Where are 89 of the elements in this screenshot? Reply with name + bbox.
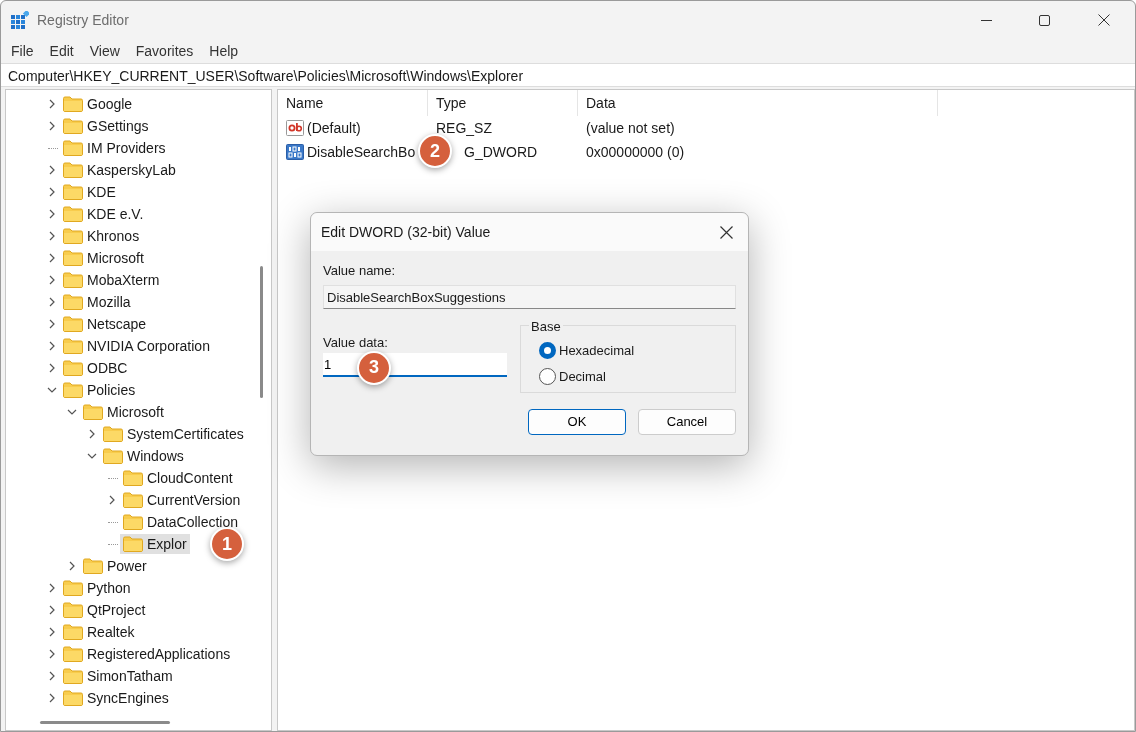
dialog-title: Edit DWORD (32-bit) Value — [321, 222, 491, 242]
menu-item[interactable]: File — [3, 40, 42, 62]
tree-item[interactable]: MobaXterm — [60, 270, 163, 290]
field-label: Value name: — [323, 262, 397, 280]
tree-item[interactable]: ODBC — [60, 358, 131, 378]
cancel-button[interactable]: Cancel — [638, 408, 736, 435]
close-icon — [1098, 14, 1110, 26]
folder-icon — [63, 338, 83, 354]
window-title: Registry Editor — [37, 10, 129, 30]
tree-item[interactable]: QtProject — [60, 600, 149, 620]
folder-icon — [63, 294, 83, 310]
tree-item[interactable]: Power — [80, 556, 150, 576]
tree-item[interactable]: GSettings — [60, 116, 152, 136]
binary-value-icon — [286, 143, 304, 161]
tree-item[interactable]: RegisteredApplications — [60, 644, 234, 664]
folder-icon — [63, 96, 83, 112]
folder-icon — [123, 492, 143, 508]
tree-item[interactable]: SimonTatham — [60, 666, 176, 686]
folder-icon — [63, 316, 83, 332]
tree-item[interactable]: SyncEngines — [60, 688, 172, 708]
tree-item[interactable]: Microsoft — [60, 248, 147, 268]
folder-icon — [123, 470, 143, 486]
tree-item[interactable]: CloudContent — [120, 468, 236, 488]
tree-item[interactable]: Realtek — [60, 622, 138, 642]
value-data: 0x00000000 (0) — [585, 142, 686, 162]
tree-item[interactable]: Explor — [120, 534, 190, 554]
folder-icon — [63, 140, 83, 156]
menu-item[interactable]: View — [81, 40, 128, 62]
tree-item[interactable]: Microsoft — [80, 402, 167, 422]
tree-item[interactable]: IM Providers — [60, 138, 169, 158]
folder-icon — [63, 118, 83, 134]
tree-item[interactable]: CurrentVersion — [120, 490, 244, 510]
field-label: Value data: — [323, 333, 388, 352]
tree-item[interactable]: KDE e.V. — [60, 204, 147, 224]
folder-icon — [63, 580, 83, 596]
folder-icon — [63, 184, 83, 200]
column-header[interactable]: Data — [578, 90, 938, 116]
step-badge: 1 — [210, 527, 244, 561]
folder-icon — [63, 624, 83, 640]
folder-icon — [63, 646, 83, 662]
value-data: (value not set) — [585, 118, 676, 138]
folder-icon — [63, 360, 83, 376]
step-badge: 3 — [357, 350, 391, 385]
ok-button[interactable]: OK — [528, 408, 626, 435]
folder-icon — [123, 514, 143, 530]
close-icon — [719, 225, 733, 239]
tree-item[interactable]: Policies — [60, 380, 139, 400]
value-type: G_DWORD — [463, 142, 539, 162]
folder-icon — [63, 668, 83, 684]
folder-icon — [63, 228, 83, 244]
maximize-icon — [1038, 14, 1050, 26]
address-bar[interactable]: Computer\HKEY_CURRENT_USER\Software\Policies\Microsoft\Windows\Explorer — [1, 63, 1135, 87]
value-name[interactable]: (Default) — [307, 117, 361, 139]
scrollbar-thumb[interactable] — [40, 721, 170, 724]
registry-icon — [11, 11, 29, 29]
folder-icon — [63, 250, 83, 266]
tree-item[interactable]: KasperskyLab — [60, 160, 179, 180]
folder-icon — [63, 382, 83, 398]
folder-icon — [63, 206, 83, 222]
input-field[interactable]: DisableSearchBoxSuggestions — [323, 284, 736, 309]
menu-item[interactable]: Favorites — [127, 40, 202, 62]
folder-icon — [63, 602, 83, 618]
tree-item[interactable]: Khronos — [60, 226, 143, 246]
folder-icon — [103, 448, 123, 464]
folder-icon — [103, 426, 123, 442]
menu-item[interactable]: Help — [201, 40, 247, 62]
folder-icon — [83, 558, 103, 574]
column-header[interactable]: Name — [278, 90, 428, 116]
scrollbar-thumb[interactable] — [260, 266, 263, 398]
tree-item[interactable]: Windows — [100, 446, 187, 466]
tree-item[interactable]: Python — [60, 578, 134, 598]
tree-item[interactable]: SystemCertificates — [100, 424, 247, 444]
folder-icon — [123, 536, 143, 552]
tree-item[interactable]: Mozilla — [60, 292, 134, 312]
value-name[interactable]: DisableSearchBo — [307, 141, 416, 163]
tree-item[interactable]: Google — [60, 94, 136, 114]
folder-icon — [83, 404, 103, 420]
radio-option[interactable]: Decimal — [539, 363, 735, 390]
tree-item[interactable]: Netscape — [60, 314, 150, 334]
folder-icon — [63, 162, 83, 178]
folder-icon — [63, 272, 83, 288]
folder-icon — [63, 690, 83, 706]
string-value-icon — [286, 119, 304, 137]
step-badge: 2 — [418, 134, 452, 168]
radio-option[interactable]: Hexadecimal — [539, 337, 735, 364]
column-header[interactable]: Type — [428, 90, 578, 116]
tree-item[interactable]: NVIDIA Corporation — [60, 336, 213, 356]
tree-item[interactable]: KDE — [60, 182, 119, 202]
menu-item[interactable]: Edit — [41, 40, 82, 62]
